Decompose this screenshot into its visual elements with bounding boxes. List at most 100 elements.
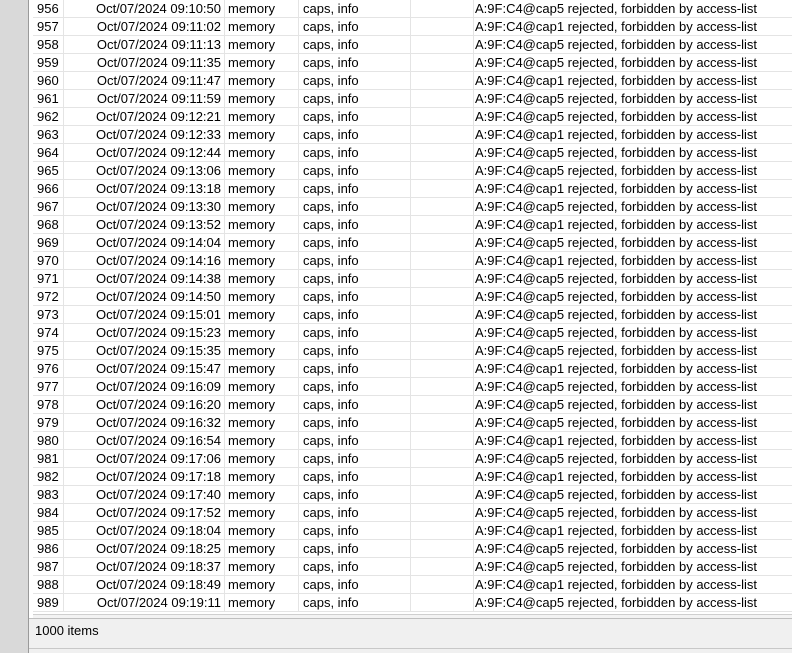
table-row[interactable]: 956 Oct/07/2024 09:10:50 memory caps, info A…: [33, 0, 792, 18]
table-row[interactable]: 962 Oct/07/2024 09:12:21 memory caps, info A…: [33, 108, 792, 126]
table-row[interactable]: 965 Oct/07/2024 09:13:06 memory caps, info A…: [33, 162, 792, 180]
table-row[interactable]: 986 Oct/07/2024 09:18:25 memory caps, info A…: [33, 540, 792, 558]
column-divider: [410, 486, 411, 504]
row-time: Oct/07/2024 09:17:40: [95, 487, 221, 502]
row-buffer: memory: [224, 558, 302, 575]
table-row[interactable]: 959 Oct/07/2024 09:11:35 memory caps, info A…: [33, 54, 792, 72]
row-number: 980: [37, 432, 64, 449]
row-buffer: memory: [224, 414, 302, 431]
table-row[interactable]: 975 Oct/07/2024 09:15:35 memory caps, info A…: [33, 342, 792, 360]
row-topics: caps, info: [298, 432, 411, 449]
row-number: 975: [37, 342, 64, 359]
row-time: Oct/07/2024 09:10:50: [95, 1, 221, 16]
table-row[interactable]: 977 Oct/07/2024 09:16:09 memory caps, info A…: [33, 378, 792, 396]
table-row[interactable]: 974 Oct/07/2024 09:15:23 memory caps, info A…: [33, 324, 792, 342]
row-buffer: memory: [224, 576, 302, 593]
row-topics: caps, info: [298, 162, 411, 179]
table-row[interactable]: 980 Oct/07/2024 09:16:54 memory caps, info A…: [33, 432, 792, 450]
table-row[interactable]: 961 Oct/07/2024 09:11:59 memory caps, info A…: [33, 90, 792, 108]
column-divider: [410, 288, 411, 306]
table-row[interactable]: 958 Oct/07/2024 09:11:13 memory caps, info A…: [33, 36, 792, 54]
row-number: 976: [37, 360, 64, 377]
row-number: 979: [37, 414, 64, 431]
row-time: Oct/07/2024 09:11:59: [96, 91, 221, 106]
status-divider: [29, 648, 792, 649]
row-message: A:9F:C4@cap1 rejected, forbidden by acce…: [473, 18, 792, 35]
column-divider: [410, 504, 411, 522]
table-row[interactable]: 972 Oct/07/2024 09:14:50 memory caps, info A…: [33, 288, 792, 306]
row-buffer: memory: [224, 108, 302, 125]
row-time: Oct/07/2024 09:18:49: [95, 577, 221, 592]
row-buffer: memory: [224, 342, 302, 359]
table-row[interactable]: 984 Oct/07/2024 09:17:52 memory caps, info A…: [33, 504, 792, 522]
row-topics: caps, info: [298, 378, 411, 395]
column-divider: [410, 18, 411, 36]
table-row[interactable]: 957 Oct/07/2024 09:11:02 memory caps, info A…: [33, 18, 792, 36]
table-row[interactable]: 989 Oct/07/2024 09:19:11 memory caps, info A…: [33, 594, 792, 612]
table-row[interactable]: 973 Oct/07/2024 09:15:01 memory caps, info A…: [33, 306, 792, 324]
row-topics: caps, info: [298, 576, 411, 593]
row-topics: caps, info: [298, 342, 411, 359]
table-row[interactable]: 983 Oct/07/2024 09:17:40 memory caps, info A…: [33, 486, 792, 504]
row-topics: caps, info: [298, 486, 411, 503]
table-row[interactable]: 970 Oct/07/2024 09:14:16 memory caps, info A…: [33, 252, 792, 270]
table-row[interactable]: 981 Oct/07/2024 09:17:06 memory caps, info A…: [33, 450, 792, 468]
table-row[interactable]: 978 Oct/07/2024 09:16:20 memory caps, info A…: [33, 396, 792, 414]
row-buffer: memory: [224, 18, 302, 35]
row-buffer: memory: [224, 306, 302, 323]
row-buffer: memory: [224, 252, 302, 269]
row-number: 988: [37, 576, 64, 593]
row-message: A:9F:C4@cap5 rejected, forbidden by acce…: [473, 144, 792, 161]
table-row[interactable]: 968 Oct/07/2024 09:13:52 memory caps, info A…: [33, 216, 792, 234]
table-row[interactable]: 985 Oct/07/2024 09:18:04 memory caps, info A…: [33, 522, 792, 540]
row-topics: caps, info: [298, 594, 411, 611]
row-topics: caps, info: [298, 234, 411, 251]
row-buffer: memory: [224, 486, 302, 503]
row-message: A:9F:C4@cap5 rejected, forbidden by acce…: [473, 540, 792, 557]
table-row[interactable]: 960 Oct/07/2024 09:11:47 memory caps, info A…: [33, 72, 792, 90]
table-row[interactable]: 976 Oct/07/2024 09:15:47 memory caps, info A…: [33, 360, 792, 378]
row-buffer: memory: [224, 504, 302, 521]
column-divider: [410, 450, 411, 468]
column-divider: [410, 108, 411, 126]
row-time: Oct/07/2024 09:18:37: [95, 559, 221, 574]
table-row[interactable]: 964 Oct/07/2024 09:12:44 memory caps, info A…: [33, 144, 792, 162]
row-number: 957: [37, 18, 64, 35]
row-time: Oct/07/2024 09:12:33: [95, 127, 221, 142]
column-divider: [410, 36, 411, 54]
row-message: A:9F:C4@cap1 rejected, forbidden by acce…: [473, 180, 792, 197]
table-row[interactable]: 969 Oct/07/2024 09:14:04 memory caps, info A…: [33, 234, 792, 252]
table-row[interactable]: 971 Oct/07/2024 09:14:38 memory caps, info A…: [33, 270, 792, 288]
column-divider: [410, 432, 411, 450]
row-number: 968: [37, 216, 64, 233]
table-row[interactable]: 988 Oct/07/2024 09:18:49 memory caps, info A…: [33, 576, 792, 594]
row-buffer: memory: [224, 594, 302, 611]
row-message: A:9F:C4@cap5 rejected, forbidden by acce…: [473, 558, 792, 575]
row-time: Oct/07/2024 09:11:47: [96, 73, 221, 88]
row-buffer: memory: [224, 468, 302, 485]
row-number: 970: [37, 252, 64, 269]
row-topics: caps, info: [298, 36, 411, 53]
row-message: A:9F:C4@cap5 rejected, forbidden by acce…: [473, 90, 792, 107]
column-divider: [410, 342, 411, 360]
row-number: 959: [37, 54, 64, 71]
table-row[interactable]: 967 Oct/07/2024 09:13:30 memory caps, info A…: [33, 198, 792, 216]
row-message: A:9F:C4@cap5 rejected, forbidden by acce…: [473, 198, 792, 215]
table-row[interactable]: 987 Oct/07/2024 09:18:37 memory caps, info A…: [33, 558, 792, 576]
row-time: Oct/07/2024 09:15:35: [95, 343, 221, 358]
table-row[interactable]: 979 Oct/07/2024 09:16:32 memory caps, info A…: [33, 414, 792, 432]
row-topics: caps, info: [298, 288, 411, 305]
table-row[interactable]: 982 Oct/07/2024 09:17:18 memory caps, info A…: [33, 468, 792, 486]
column-divider: [410, 162, 411, 180]
table-row[interactable]: 963 Oct/07/2024 09:12:33 memory caps, info A…: [33, 126, 792, 144]
row-buffer: memory: [224, 432, 302, 449]
row-message: A:9F:C4@cap5 rejected, forbidden by acce…: [473, 504, 792, 521]
row-number: 987: [37, 558, 64, 575]
row-message: A:9F:C4@cap1 rejected, forbidden by acce…: [473, 468, 792, 485]
row-time: Oct/07/2024 09:18:25: [95, 541, 221, 556]
row-buffer: memory: [224, 360, 302, 377]
row-number: 964: [37, 144, 64, 161]
log-table[interactable]: 956 Oct/07/2024 09:10:50 memory caps, info A…: [33, 0, 792, 614]
table-row[interactable]: 966 Oct/07/2024 09:13:18 memory caps, info A…: [33, 180, 792, 198]
row-buffer: memory: [224, 378, 302, 395]
